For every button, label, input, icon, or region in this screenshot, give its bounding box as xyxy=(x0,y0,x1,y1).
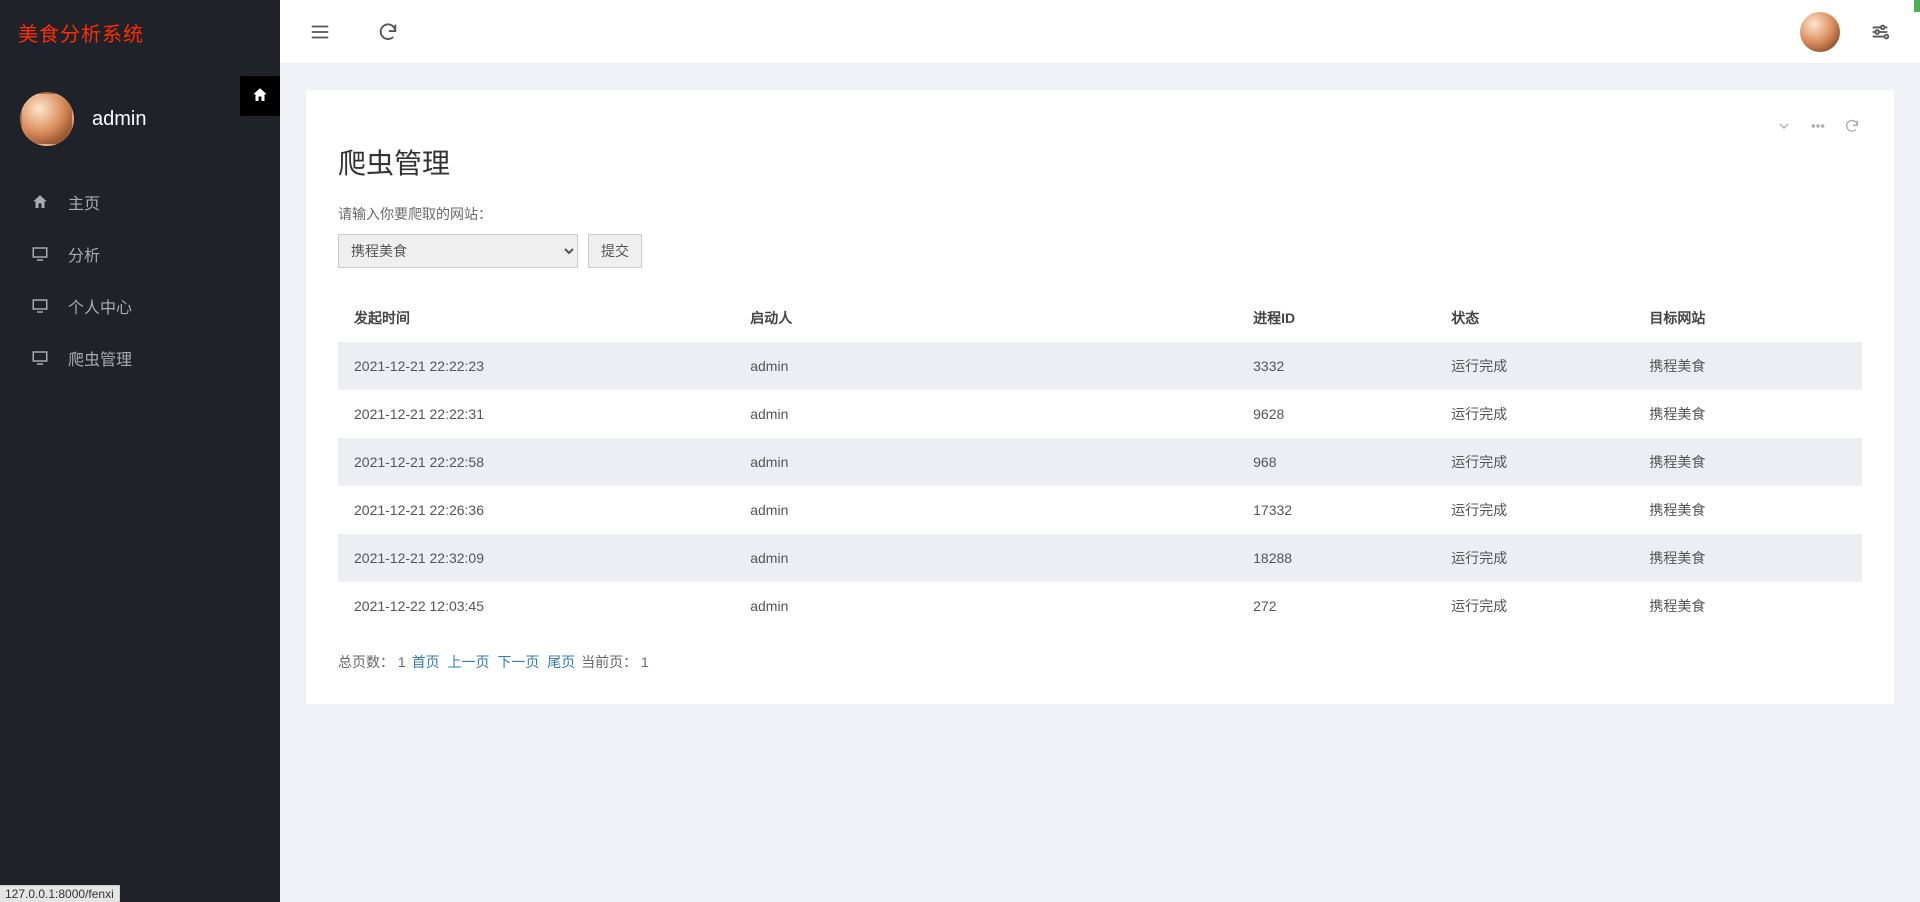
nav-label: 主页 xyxy=(68,190,100,214)
table-cell: admin xyxy=(734,582,1237,630)
table-row: 2021-12-21 22:32:09admin18288运行完成携程美食 xyxy=(338,534,1862,582)
avatar[interactable] xyxy=(1800,12,1840,52)
nav-item-my-center[interactable]: 个人中心 xyxy=(0,280,280,332)
current-page-label: 当前页： xyxy=(581,654,637,670)
th-starter: 启动人 xyxy=(734,294,1237,342)
avatar[interactable] xyxy=(20,92,74,146)
table-cell: 运行完成 xyxy=(1435,390,1633,438)
table-header-row: 发起时间 启动人 进程ID 状态 目标网站 xyxy=(338,294,1862,342)
monitor-icon xyxy=(30,296,50,316)
site-select[interactable]: 携程美食 xyxy=(338,234,578,268)
table-cell: 2021-12-21 22:32:09 xyxy=(338,534,734,582)
refresh-icon[interactable] xyxy=(1842,116,1862,136)
monitor-icon xyxy=(30,244,50,264)
table-row: 2021-12-21 22:22:23admin3332运行完成携程美食 xyxy=(338,342,1862,390)
home-badge[interactable] xyxy=(240,76,280,116)
table-cell: 272 xyxy=(1237,582,1435,630)
table-row: 2021-12-21 22:22:58admin968运行完成携程美食 xyxy=(338,438,1862,486)
pager-next[interactable]: 下一页 xyxy=(497,654,539,670)
table-cell: 3332 xyxy=(1237,342,1435,390)
panel: 爬虫管理 请输入你要爬取的网站： 携程美食 提交 发起时间 启动人 进程ID 状… xyxy=(306,90,1894,704)
table-cell: 携程美食 xyxy=(1633,342,1862,390)
form-label: 请输入你要爬取的网站： xyxy=(338,204,1862,224)
brand: 美食分析系统 xyxy=(0,0,280,64)
th-target: 目标网站 xyxy=(1633,294,1862,342)
table-cell: 运行完成 xyxy=(1435,582,1633,630)
panel-toolbar xyxy=(338,116,1862,136)
chevron-down-icon[interactable] xyxy=(1774,116,1794,136)
user-block: admin xyxy=(0,64,280,170)
settings-icon[interactable] xyxy=(1868,20,1892,44)
th-pid: 进程ID xyxy=(1237,294,1435,342)
table-cell: 运行完成 xyxy=(1435,486,1633,534)
th-start-time: 发起时间 xyxy=(338,294,734,342)
sidebar: 美食分析系统 admin 主页 分析 个人中心 爬虫管理 xyxy=(0,0,280,902)
table-row: 2021-12-21 22:26:36admin17332运行完成携程美食 xyxy=(338,486,1862,534)
status-bar-url: 127.0.0.1:8000/fenxi xyxy=(0,885,120,902)
table-cell: admin xyxy=(734,390,1237,438)
pager-last[interactable]: 尾页 xyxy=(547,654,575,670)
table-cell: 2021-12-21 22:22:23 xyxy=(338,342,734,390)
table-cell: 2021-12-21 22:26:36 xyxy=(338,486,734,534)
main: 爬虫管理 请输入你要爬取的网站： 携程美食 提交 发起时间 启动人 进程ID 状… xyxy=(280,0,1920,902)
refresh-icon[interactable] xyxy=(376,20,400,44)
more-icon[interactable] xyxy=(1808,116,1828,136)
pager: 总页数： 1 首页 上一页 下一页 尾页 当前页： 1 xyxy=(338,652,1862,672)
home-icon xyxy=(251,86,269,107)
table-cell: 2021-12-22 12:03:45 xyxy=(338,582,734,630)
table-cell: 运行完成 xyxy=(1435,342,1633,390)
pager-prev[interactable]: 上一页 xyxy=(447,654,489,670)
total-pages-value: 1 xyxy=(398,654,406,670)
content: 爬虫管理 请输入你要爬取的网站： 携程美食 提交 发起时间 启动人 进程ID 状… xyxy=(280,64,1920,902)
table-row: 2021-12-22 12:03:45admin272运行完成携程美食 xyxy=(338,582,1862,630)
table-cell: admin xyxy=(734,534,1237,582)
nav-item-home[interactable]: 主页 xyxy=(0,176,280,228)
table-cell: 携程美食 xyxy=(1633,390,1862,438)
nav-label: 分析 xyxy=(68,242,100,266)
table-cell: admin xyxy=(734,342,1237,390)
topbar xyxy=(280,0,1920,64)
table-cell: 运行完成 xyxy=(1435,438,1633,486)
table-cell: 968 xyxy=(1237,438,1435,486)
table-row: 2021-12-21 22:22:31admin9628运行完成携程美食 xyxy=(338,390,1862,438)
total-pages-label: 总页数： xyxy=(338,654,394,670)
table-cell: 运行完成 xyxy=(1435,534,1633,582)
table-cell: 9628 xyxy=(1237,390,1435,438)
table-cell: 18288 xyxy=(1237,534,1435,582)
crawler-table: 发起时间 启动人 进程ID 状态 目标网站 2021-12-21 22:22:2… xyxy=(338,294,1862,630)
pager-first[interactable]: 首页 xyxy=(412,654,440,670)
submit-button[interactable]: 提交 xyxy=(588,234,642,268)
monitor-icon xyxy=(30,348,50,368)
table-cell: 携程美食 xyxy=(1633,582,1862,630)
table-cell: 2021-12-21 22:22:31 xyxy=(338,390,734,438)
table-cell: 携程美食 xyxy=(1633,438,1862,486)
table-cell: admin xyxy=(734,486,1237,534)
table-cell: 携程美食 xyxy=(1633,486,1862,534)
nav-label: 爬虫管理 xyxy=(68,346,132,370)
table-cell: admin xyxy=(734,438,1237,486)
panel-title: 爬虫管理 xyxy=(338,142,1862,182)
hamburger-icon[interactable] xyxy=(308,20,332,44)
th-status: 状态 xyxy=(1435,294,1633,342)
table-cell: 携程美食 xyxy=(1633,534,1862,582)
table-cell: 17332 xyxy=(1237,486,1435,534)
nav: 主页 分析 个人中心 爬虫管理 xyxy=(0,170,280,384)
progress-indicator xyxy=(1914,0,1920,12)
table-cell: 2021-12-21 22:22:58 xyxy=(338,438,734,486)
home-icon xyxy=(30,192,50,212)
username: admin xyxy=(92,108,146,131)
current-page-value: 1 xyxy=(641,654,649,670)
nav-label: 个人中心 xyxy=(68,294,132,318)
nav-item-analysis[interactable]: 分析 xyxy=(0,228,280,280)
nav-item-crawler[interactable]: 爬虫管理 xyxy=(0,332,280,384)
brand-title: 美食分析系统 xyxy=(18,18,144,47)
